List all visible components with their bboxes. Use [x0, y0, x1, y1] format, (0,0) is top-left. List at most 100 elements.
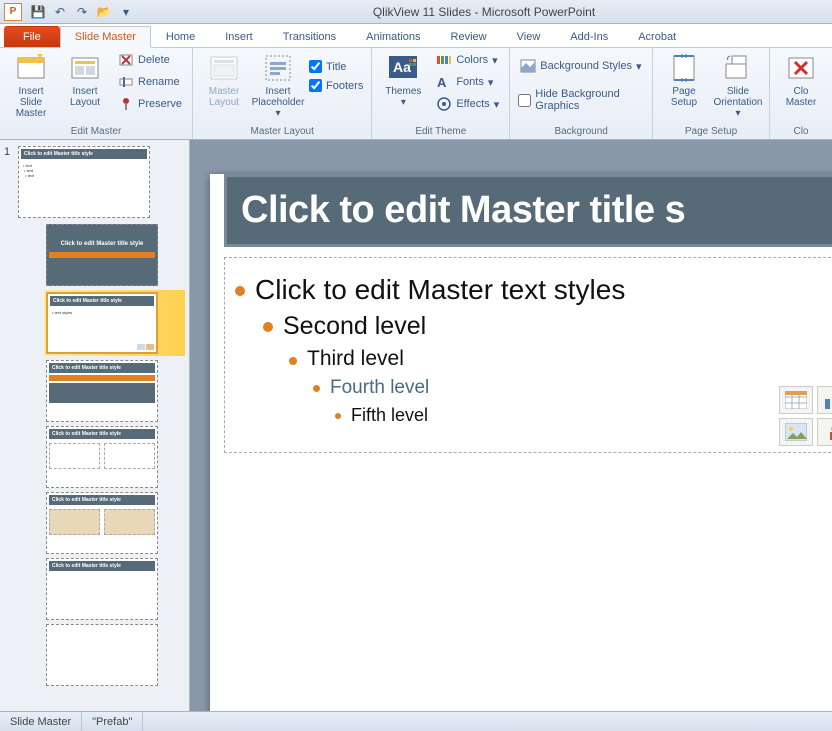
layout-thumb-6[interactable]: Click to edit Master title style: [46, 558, 185, 620]
rename-button[interactable]: Rename: [114, 72, 186, 92]
ribbon-tabs: File Slide Master Home Insert Transition…: [0, 24, 832, 48]
placeholder-icon: [262, 52, 294, 84]
themes-label: Themes▾: [385, 86, 421, 108]
page-setup-label: Page Setup: [671, 86, 697, 108]
qat-redo-icon[interactable]: ↷: [72, 2, 92, 22]
master-layout-button[interactable]: Master Layout: [199, 50, 249, 110]
insert-chart-icon[interactable]: [817, 386, 832, 414]
qat-open-icon[interactable]: 📂: [94, 2, 114, 22]
tab-animations[interactable]: Animations: [351, 26, 435, 47]
level4-text: Fourth level: [330, 377, 429, 399]
preserve-button[interactable]: Preserve: [114, 94, 186, 114]
group-background: Background Styles ▾ Hide Background Grap…: [510, 48, 653, 139]
bullet-icon: [235, 286, 245, 296]
colors-label: Colors: [456, 54, 488, 66]
qat-save-icon[interactable]: 💾: [28, 2, 48, 22]
preserve-label: Preserve: [138, 98, 182, 110]
themes-icon: Aa: [387, 52, 419, 84]
delete-icon: [118, 52, 134, 68]
close-icon: [785, 52, 817, 84]
delete-button[interactable]: Delete: [114, 50, 186, 70]
layout-thumb-2-selected[interactable]: Click to edit Master title style• text s…: [44, 290, 185, 356]
thumbnail-pane[interactable]: 1 Click to edit Master title style• text…: [0, 140, 190, 711]
colors-icon: [436, 52, 452, 68]
footers-checkbox[interactable]: Footers: [307, 77, 365, 94]
delete-label: Delete: [138, 54, 170, 66]
page-setup-icon: [668, 52, 700, 84]
tab-home[interactable]: Home: [151, 26, 210, 47]
orientation-icon: [722, 52, 754, 84]
status-bar: Slide Master "Prefab": [0, 711, 832, 731]
insert-picture-icon[interactable]: [779, 418, 813, 446]
bg-styles-label: Background Styles: [540, 60, 632, 72]
master-number: 1: [4, 146, 14, 158]
qat-customize-icon[interactable]: ▾: [116, 2, 136, 22]
slide[interactable]: Click to edit Master title s Click to ed…: [210, 174, 832, 711]
slide-canvas[interactable]: Click to edit Master title s Click to ed…: [190, 140, 832, 711]
rename-icon: [118, 74, 134, 90]
tab-review[interactable]: Review: [436, 26, 502, 47]
group-page-setup-label: Page Setup: [659, 124, 763, 139]
level3-text: Third level: [307, 347, 404, 371]
layout-thumb-1[interactable]: Click to edit Master title style: [46, 224, 185, 286]
layout-thumb-5[interactable]: Click to edit Master title style: [46, 492, 185, 554]
group-edit-master-label: Edit Master: [6, 124, 186, 139]
workspace: 1 Click to edit Master title style• text…: [0, 140, 832, 711]
themes-button[interactable]: Aa Themes▾: [378, 50, 428, 110]
insert-clipart-icon[interactable]: [817, 418, 832, 446]
qat-undo-icon[interactable]: ↶: [50, 2, 70, 22]
status-theme: "Prefab": [82, 712, 143, 731]
level1-text: Click to edit Master text styles: [255, 274, 625, 306]
group-edit-theme: Aa Themes▾ Colors ▾ AFonts ▾ Effects ▾ E…: [372, 48, 510, 139]
preserve-icon: [118, 96, 134, 112]
effects-label: Effects: [456, 98, 489, 110]
tab-insert[interactable]: Insert: [210, 26, 268, 47]
tab-slide-master[interactable]: Slide Master: [60, 26, 151, 48]
effects-icon: [436, 96, 452, 112]
insert-layout-button[interactable]: Insert Layout: [60, 50, 110, 110]
bullet-icon: [313, 385, 320, 392]
tab-file[interactable]: File: [4, 26, 60, 47]
content-placeholder[interactable]: Click to edit Master text styles Second …: [224, 257, 832, 453]
thumb-title: Click to edit Master title style: [21, 149, 147, 159]
title-checkbox[interactable]: Title: [307, 58, 365, 75]
background-styles-button[interactable]: Background Styles ▾: [516, 56, 646, 76]
tab-transitions[interactable]: Transitions: [268, 26, 351, 47]
status-mode: Slide Master: [0, 712, 82, 731]
group-edit-theme-label: Edit Theme: [378, 124, 503, 139]
bg-styles-icon: [520, 58, 536, 74]
layout-thumb-4[interactable]: Click to edit Master title style: [46, 426, 185, 488]
fonts-icon: A: [436, 74, 452, 90]
insert-slide-master-label: Insert Slide Master: [8, 86, 54, 119]
title-placeholder[interactable]: Click to edit Master title s: [224, 174, 832, 247]
fonts-button[interactable]: AFonts ▾: [432, 72, 503, 92]
insert-table-icon[interactable]: [779, 386, 813, 414]
layout-thumb-7[interactable]: [46, 624, 185, 686]
group-edit-master: Insert Slide Master Insert Layout Delete…: [0, 48, 193, 139]
group-close-label: Clo: [776, 124, 826, 139]
bullet-icon: [335, 413, 341, 419]
hide-bg-checkbox[interactable]: Hide Background Graphics: [516, 86, 646, 114]
group-background-label: Background: [516, 124, 646, 139]
fonts-label: Fonts: [456, 76, 484, 88]
orientation-button[interactable]: Slide Orientation ▾: [713, 50, 763, 121]
master-thumbnail[interactable]: 1 Click to edit Master title style• text…: [4, 146, 185, 218]
group-page-setup: Page Setup Slide Orientation ▾ Page Setu…: [653, 48, 770, 139]
effects-button[interactable]: Effects ▾: [432, 94, 503, 114]
footers-checkbox-label: Footers: [326, 80, 363, 92]
close-master-button[interactable]: Clo Master: [776, 50, 826, 110]
tab-addins[interactable]: Add-Ins: [555, 26, 623, 47]
orientation-label: Slide Orientation ▾: [714, 86, 763, 119]
title-checkbox-label: Title: [326, 61, 346, 73]
page-setup-button[interactable]: Page Setup: [659, 50, 709, 110]
insert-slide-master-button[interactable]: Insert Slide Master: [6, 50, 56, 121]
ribbon: Insert Slide Master Insert Layout Delete…: [0, 48, 832, 140]
tab-view[interactable]: View: [502, 26, 556, 47]
bullet-icon: [263, 322, 273, 332]
level2-text: Second level: [283, 312, 426, 341]
layout-thumb-3[interactable]: Click to edit Master title style: [46, 360, 185, 422]
colors-button[interactable]: Colors ▾: [432, 50, 503, 70]
rename-label: Rename: [138, 76, 180, 88]
insert-placeholder-button[interactable]: Insert Placeholder ▾: [253, 50, 303, 121]
tab-acrobat[interactable]: Acrobat: [623, 26, 691, 47]
